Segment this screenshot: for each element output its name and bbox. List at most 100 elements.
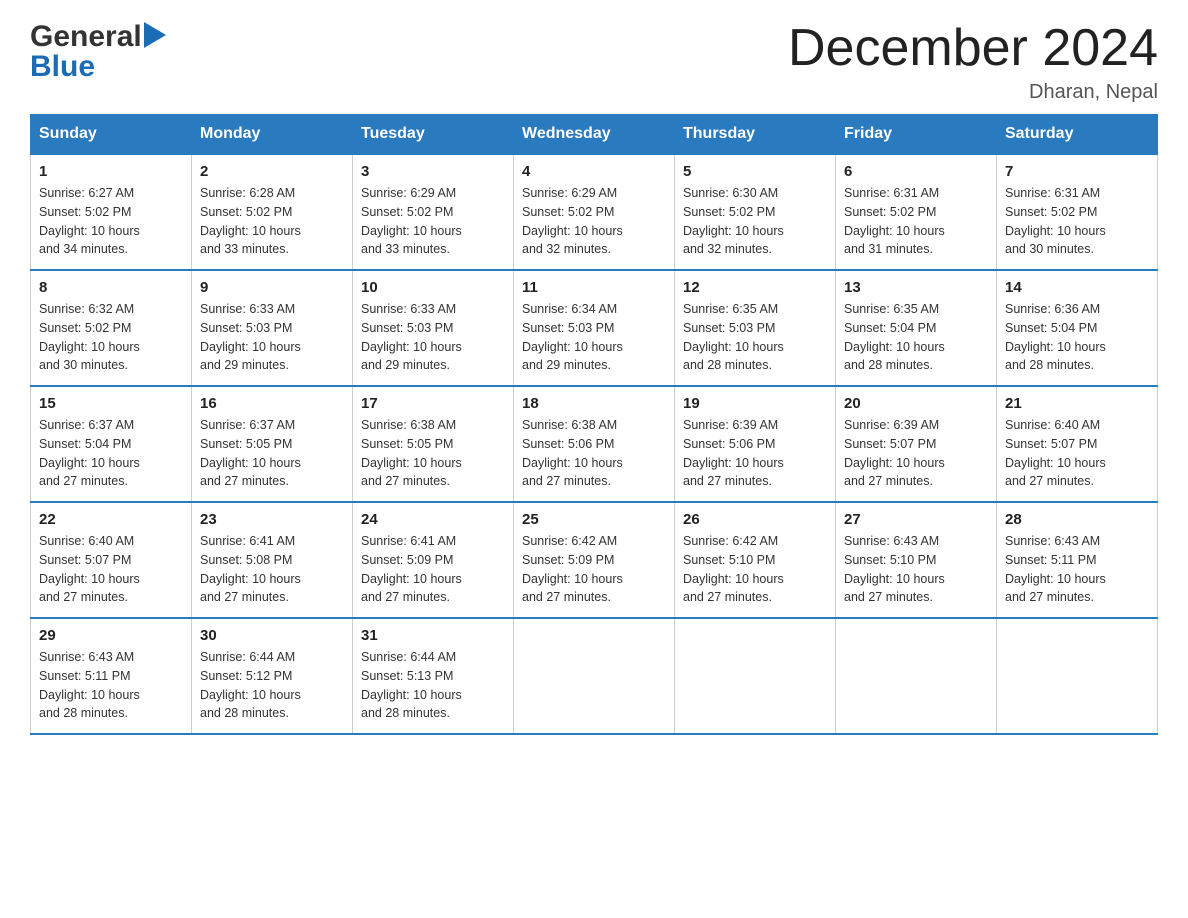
calendar-cell: 5 Sunrise: 6:30 AMSunset: 5:02 PMDaylight… [675,154,836,270]
day-number: 8 [39,279,183,296]
calendar-cell: 12 Sunrise: 6:35 AMSunset: 5:03 PMDayligh… [675,270,836,386]
calendar-cell: 24Sunrise: 6:41 AMSunset: 5:09 PMDayligh… [353,502,514,618]
day-info: Sunrise: 6:44 AMSunset: 5:12 PMDaylight:… [200,648,344,723]
day-info: Sunrise: 6:44 AMSunset: 5:13 PMDaylight:… [361,648,505,723]
day-number: 13 [844,279,988,296]
calendar-week-row: 29Sunrise: 6:43 AMSunset: 5:11 PMDayligh… [31,618,1158,734]
day-number: 6 [844,163,988,180]
calendar-week-row: 1 Sunrise: 6:27 AMSunset: 5:02 PMDaylight… [31,154,1158,270]
day-info: Sunrise: 6:36 AMSunset: 5:04 PMDaylight:… [1005,300,1149,375]
day-info: Sunrise: 6:43 AMSunset: 5:11 PMDaylight:… [39,648,183,723]
day-info: Sunrise: 6:29 AMSunset: 5:02 PMDaylight:… [361,184,505,259]
day-number: 2 [200,163,344,180]
day-info: Sunrise: 6:38 AMSunset: 5:06 PMDaylight:… [522,416,666,491]
calendar-cell: 1 Sunrise: 6:27 AMSunset: 5:02 PMDaylight… [31,154,192,270]
calendar-cell: 3 Sunrise: 6:29 AMSunset: 5:02 PMDaylight… [353,154,514,270]
calendar-cell: 30 Sunrise: 6:44 AMSunset: 5:12 PMDayligh… [192,618,353,734]
day-info: Sunrise: 6:38 AMSunset: 5:05 PMDaylight:… [361,416,505,491]
day-info: Sunrise: 6:41 AMSunset: 5:08 PMDaylight:… [200,532,344,607]
calendar-cell: 8 Sunrise: 6:32 AMSunset: 5:02 PMDaylight… [31,270,192,386]
calendar-cell: 28 Sunrise: 6:43 AMSunset: 5:11 PMDayligh… [997,502,1158,618]
page-header: General Blue December 2024 Dharan, Nepal [30,20,1158,104]
day-number: 11 [522,279,666,296]
day-number: 16 [200,395,344,412]
day-number: 7 [1005,163,1149,180]
logo-general-text: General [30,20,142,54]
day-info: Sunrise: 6:32 AMSunset: 5:02 PMDaylight:… [39,300,183,375]
column-header-tuesday: Tuesday [353,115,514,155]
calendar-cell: 2 Sunrise: 6:28 AMSunset: 5:02 PMDaylight… [192,154,353,270]
day-number: 19 [683,395,827,412]
logo: General Blue [30,20,166,84]
day-number: 3 [361,163,505,180]
calendar-cell: 19Sunrise: 6:39 AMSunset: 5:06 PMDayligh… [675,386,836,502]
calendar-cell: 29Sunrise: 6:43 AMSunset: 5:11 PMDayligh… [31,618,192,734]
day-number: 30 [200,627,344,644]
day-info: Sunrise: 6:35 AMSunset: 5:03 PMDaylight:… [683,300,827,375]
calendar-cell: 21Sunrise: 6:40 AMSunset: 5:07 PMDayligh… [997,386,1158,502]
column-header-monday: Monday [192,115,353,155]
column-header-thursday: Thursday [675,115,836,155]
calendar-cell [836,618,997,734]
day-number: 20 [844,395,988,412]
calendar-cell: 26 Sunrise: 6:42 AMSunset: 5:10 PMDayligh… [675,502,836,618]
title-area: December 2024 Dharan, Nepal [788,20,1158,104]
calendar-cell: 10Sunrise: 6:33 AMSunset: 5:03 PMDayligh… [353,270,514,386]
day-number: 27 [844,511,988,528]
day-info: Sunrise: 6:27 AMSunset: 5:02 PMDaylight:… [39,184,183,259]
day-number: 5 [683,163,827,180]
day-number: 12 [683,279,827,296]
day-number: 1 [39,163,183,180]
calendar-cell [514,618,675,734]
calendar-cell: 31 Sunrise: 6:44 AMSunset: 5:13 PMDayligh… [353,618,514,734]
calendar-cell: 25 Sunrise: 6:42 AMSunset: 5:09 PMDayligh… [514,502,675,618]
logo-triangle-icon [144,22,166,48]
day-info: Sunrise: 6:29 AMSunset: 5:02 PMDaylight:… [522,184,666,259]
day-info: Sunrise: 6:43 AMSunset: 5:10 PMDaylight:… [844,532,988,607]
day-info: Sunrise: 6:41 AMSunset: 5:09 PMDaylight:… [361,532,505,607]
day-number: 23 [200,511,344,528]
day-info: Sunrise: 6:34 AMSunset: 5:03 PMDaylight:… [522,300,666,375]
calendar-cell: 16 Sunrise: 6:37 AMSunset: 5:05 PMDayligh… [192,386,353,502]
day-number: 10 [361,279,505,296]
day-info: Sunrise: 6:42 AMSunset: 5:09 PMDaylight:… [522,532,666,607]
location: Dharan, Nepal [788,81,1158,104]
calendar-cell: 9Sunrise: 6:33 AMSunset: 5:03 PMDaylight… [192,270,353,386]
day-number: 4 [522,163,666,180]
day-number: 31 [361,627,505,644]
calendar-cell: 11 Sunrise: 6:34 AMSunset: 5:03 PMDayligh… [514,270,675,386]
day-info: Sunrise: 6:40 AMSunset: 5:07 PMDaylight:… [39,532,183,607]
day-number: 25 [522,511,666,528]
day-number: 14 [1005,279,1149,296]
column-header-wednesday: Wednesday [514,115,675,155]
column-header-friday: Friday [836,115,997,155]
day-info: Sunrise: 6:43 AMSunset: 5:11 PMDaylight:… [1005,532,1149,607]
day-number: 26 [683,511,827,528]
month-title: December 2024 [788,20,1158,77]
calendar-cell: 15Sunrise: 6:37 AMSunset: 5:04 PMDayligh… [31,386,192,502]
day-info: Sunrise: 6:37 AMSunset: 5:05 PMDaylight:… [200,416,344,491]
day-number: 17 [361,395,505,412]
day-number: 18 [522,395,666,412]
calendar-cell: 22 Sunrise: 6:40 AMSunset: 5:07 PMDayligh… [31,502,192,618]
day-number: 28 [1005,511,1149,528]
calendar-header-row: SundayMondayTuesdayWednesdayThursdayFrid… [31,115,1158,155]
day-info: Sunrise: 6:28 AMSunset: 5:02 PMDaylight:… [200,184,344,259]
day-info: Sunrise: 6:30 AMSunset: 5:02 PMDaylight:… [683,184,827,259]
calendar-cell [675,618,836,734]
day-info: Sunrise: 6:31 AMSunset: 5:02 PMDaylight:… [844,184,988,259]
calendar-cell: 14 Sunrise: 6:36 AMSunset: 5:04 PMDayligh… [997,270,1158,386]
calendar-cell: 27 Sunrise: 6:43 AMSunset: 5:10 PMDayligh… [836,502,997,618]
day-info: Sunrise: 6:40 AMSunset: 5:07 PMDaylight:… [1005,416,1149,491]
day-info: Sunrise: 6:35 AMSunset: 5:04 PMDaylight:… [844,300,988,375]
day-number: 22 [39,511,183,528]
day-number: 15 [39,395,183,412]
column-header-sunday: Sunday [31,115,192,155]
calendar-cell: 18 Sunrise: 6:38 AMSunset: 5:06 PMDayligh… [514,386,675,502]
day-info: Sunrise: 6:42 AMSunset: 5:10 PMDaylight:… [683,532,827,607]
calendar-week-row: 15Sunrise: 6:37 AMSunset: 5:04 PMDayligh… [31,386,1158,502]
day-info: Sunrise: 6:39 AMSunset: 5:07 PMDaylight:… [844,416,988,491]
calendar-cell: 4 Sunrise: 6:29 AMSunset: 5:02 PMDaylight… [514,154,675,270]
calendar-table: SundayMondayTuesdayWednesdayThursdayFrid… [30,114,1158,735]
logo-blue-text: Blue [30,50,166,84]
